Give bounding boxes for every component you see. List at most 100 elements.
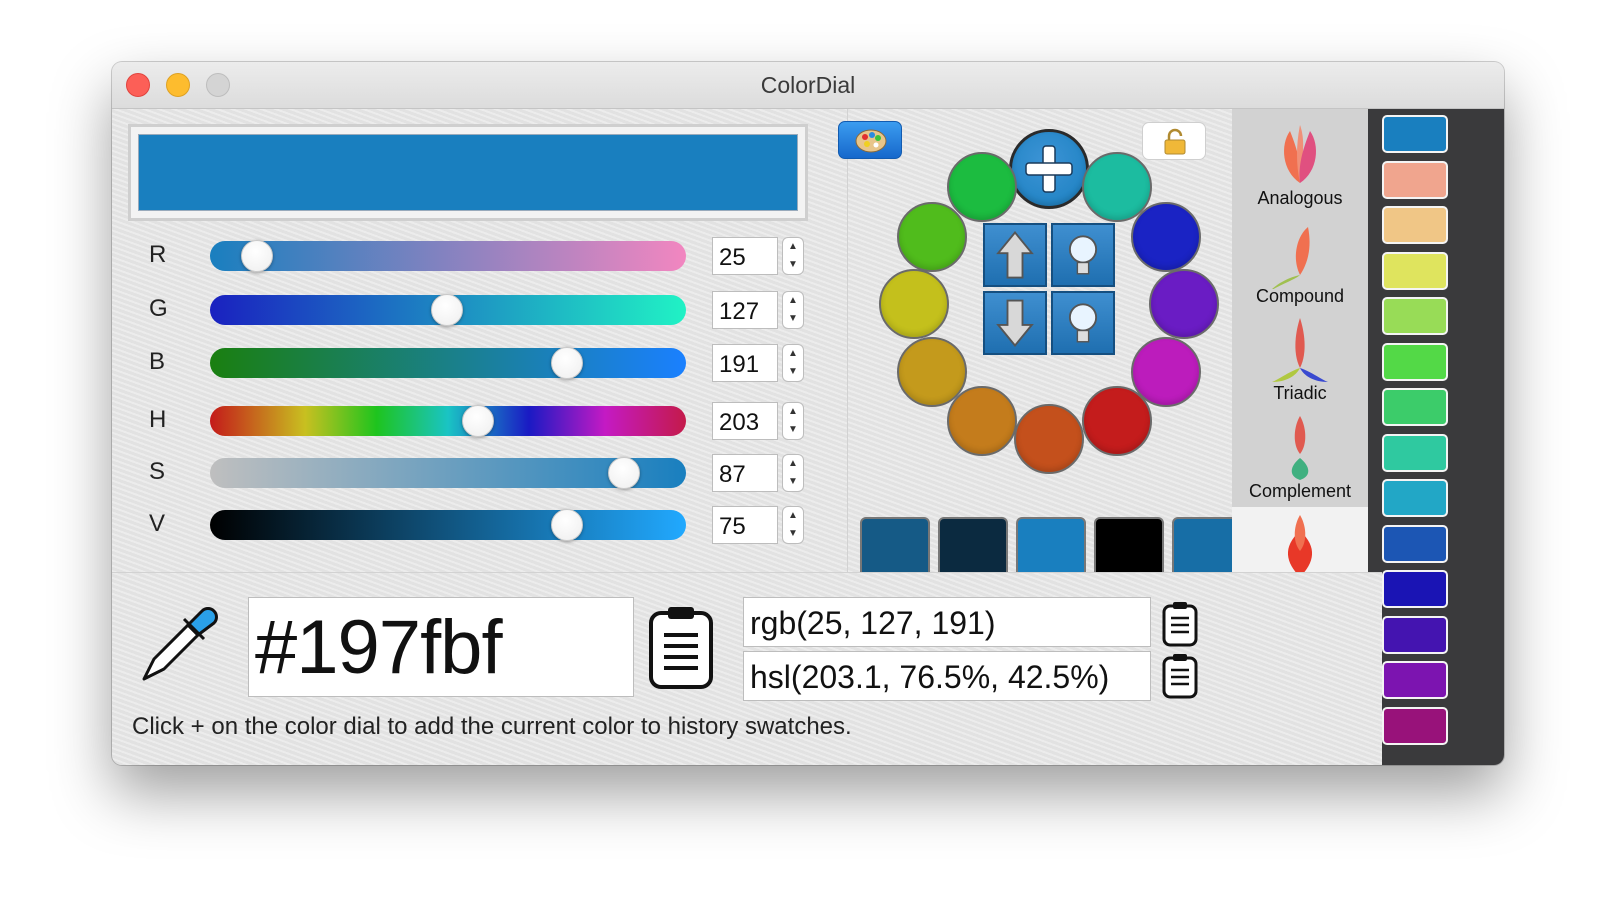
dial-color-button[interactable] bbox=[1149, 269, 1219, 339]
history-swatch[interactable] bbox=[1382, 115, 1448, 153]
arrow-up-icon bbox=[996, 231, 1034, 279]
slider-thumb[interactable] bbox=[608, 457, 641, 489]
plus-icon bbox=[1025, 145, 1073, 193]
color-preview-frame bbox=[128, 124, 808, 221]
dial-color-button[interactable] bbox=[1081, 385, 1152, 456]
slider-track-b[interactable] bbox=[210, 347, 686, 379]
scheme-compound-icon bbox=[1272, 226, 1310, 289]
scheme-label: Triadic bbox=[1273, 383, 1327, 403]
colordial-window: ColorDial R 25 ▲ ▼ G 127 ▲ ▼ B 191 ▲ ▼ H 203 ▲ ▼ S 87 ▲ ▼ V 7… bbox=[112, 62, 1504, 765]
title-bar: ColorDial bbox=[112, 62, 1504, 109]
slider-thumb[interactable] bbox=[462, 405, 495, 437]
copy-hsl-clipboard-icon[interactable] bbox=[1162, 653, 1198, 699]
brighter-button[interactable] bbox=[983, 223, 1047, 287]
slider-label: S bbox=[149, 458, 166, 485]
history-swatch[interactable] bbox=[1382, 342, 1448, 381]
value-field-b[interactable]: 191 bbox=[712, 344, 778, 382]
chevron-down-icon[interactable]: ▼ bbox=[783, 525, 803, 543]
scheme-analogous[interactable]: Analogous bbox=[1232, 117, 1368, 214]
eyedropper-icon[interactable] bbox=[136, 597, 226, 687]
value-field-h[interactable]: 203 bbox=[712, 402, 778, 440]
slider-label: G bbox=[149, 295, 168, 322]
palette-button[interactable] bbox=[838, 121, 902, 159]
hsl-field[interactable]: hsl(203.1, 76.5%, 42.5%) bbox=[743, 651, 1151, 701]
value-field-g[interactable]: 127 bbox=[712, 291, 778, 329]
scheme-triadic-icon bbox=[1272, 318, 1328, 382]
slider-label: V bbox=[149, 510, 166, 537]
history-swatch[interactable] bbox=[1382, 251, 1448, 290]
slider-row-v: V 75 ▲ ▼ bbox=[112, 506, 847, 546]
chevron-down-icon[interactable]: ▼ bbox=[783, 256, 803, 274]
history-swatch[interactable] bbox=[1382, 206, 1448, 244]
chevron-up-icon[interactable]: ▲ bbox=[783, 455, 803, 473]
stepper-r[interactable]: ▲ ▼ bbox=[782, 237, 804, 275]
scheme-label: Complement bbox=[1248, 480, 1352, 501]
palette-icon bbox=[855, 129, 887, 153]
lightbulb-icon bbox=[1068, 235, 1098, 275]
slider-track-s[interactable] bbox=[210, 457, 686, 489]
stepper-h[interactable]: ▲ ▼ bbox=[782, 402, 804, 440]
history-swatch[interactable] bbox=[1382, 479, 1448, 517]
value-field-v[interactable]: 75 bbox=[712, 506, 778, 544]
slider-track-h[interactable] bbox=[210, 405, 686, 437]
chevron-down-icon[interactable]: ▼ bbox=[783, 421, 803, 439]
history-swatch[interactable] bbox=[1382, 615, 1448, 654]
history-swatch[interactable] bbox=[1382, 706, 1448, 745]
slider-thumb[interactable] bbox=[550, 347, 583, 379]
history-swatch[interactable] bbox=[1382, 524, 1448, 563]
slider-panel: R 25 ▲ ▼ G 127 ▲ ▼ B 191 ▲ ▼ H 203 ▲ ▼ S 87 ▲ ▼ V 75 ▲ ▼ bbox=[112, 109, 847, 572]
stepper-g[interactable]: ▲ ▼ bbox=[782, 291, 804, 329]
slider-thumb[interactable] bbox=[551, 509, 583, 541]
dial-color-button[interactable] bbox=[897, 336, 968, 407]
chevron-up-icon[interactable]: ▲ bbox=[783, 238, 803, 256]
scheme-triadic[interactable]: Triadic bbox=[1232, 312, 1368, 409]
scheme-complement[interactable]: Complement bbox=[1232, 410, 1368, 507]
value-field-s[interactable]: 87 bbox=[712, 454, 778, 492]
dial-color-button[interactable] bbox=[879, 269, 949, 339]
slider-track-v[interactable] bbox=[210, 509, 686, 541]
copy-rgb-clipboard-icon[interactable] bbox=[1162, 601, 1198, 647]
slider-thumb[interactable] bbox=[431, 294, 464, 326]
chevron-up-icon[interactable]: ▲ bbox=[783, 292, 803, 310]
chevron-up-icon[interactable]: ▲ bbox=[783, 507, 803, 525]
copy-hex-clipboard-icon[interactable] bbox=[648, 605, 714, 689]
scheme-complement-icon bbox=[1291, 415, 1309, 480]
darker-button[interactable] bbox=[983, 291, 1047, 355]
slider-thumb[interactable] bbox=[240, 240, 273, 272]
value-field-r[interactable]: 25 bbox=[712, 237, 778, 275]
slider-row-h: H 203 ▲ ▼ bbox=[112, 402, 847, 442]
chevron-up-icon[interactable]: ▲ bbox=[783, 345, 803, 363]
slider-track-r[interactable] bbox=[210, 240, 686, 272]
rgb-field[interactable]: rgb(25, 127, 191) bbox=[743, 597, 1151, 647]
lock-button[interactable] bbox=[1142, 122, 1206, 160]
slider-track-g[interactable] bbox=[210, 294, 686, 326]
chevron-up-icon[interactable]: ▲ bbox=[783, 403, 803, 421]
history-swatch[interactable] bbox=[1382, 388, 1448, 426]
history-swatch[interactable] bbox=[1382, 160, 1448, 199]
light-on-button[interactable] bbox=[1051, 223, 1115, 287]
color-preview bbox=[138, 134, 798, 211]
hex-field[interactable]: #197fbf bbox=[248, 597, 634, 697]
slider-label: B bbox=[149, 348, 166, 375]
history-swatch[interactable] bbox=[1382, 433, 1448, 472]
stepper-v[interactable]: ▲ ▼ bbox=[782, 506, 804, 544]
chevron-down-icon[interactable]: ▼ bbox=[783, 363, 803, 381]
arrow-down-icon bbox=[996, 299, 1034, 347]
slider-row-g: G 127 ▲ ▼ bbox=[112, 291, 847, 331]
slider-label: R bbox=[149, 241, 167, 268]
add-color-button[interactable] bbox=[1009, 129, 1089, 209]
lock-icon bbox=[1164, 128, 1186, 155]
history-swatch[interactable] bbox=[1382, 570, 1448, 608]
light-off-button[interactable] bbox=[1051, 291, 1115, 355]
chevron-down-icon[interactable]: ▼ bbox=[783, 473, 803, 491]
history-panel bbox=[1368, 109, 1504, 765]
chevron-down-icon[interactable]: ▼ bbox=[783, 310, 803, 328]
history-swatch[interactable] bbox=[1382, 661, 1448, 699]
stepper-s[interactable]: ▲ ▼ bbox=[782, 454, 804, 492]
dial-color-button[interactable] bbox=[1014, 404, 1084, 474]
dial-color-button[interactable] bbox=[946, 152, 1017, 223]
stepper-b[interactable]: ▲ ▼ bbox=[782, 344, 804, 382]
history-swatch[interactable] bbox=[1382, 297, 1448, 335]
dial-color-button[interactable] bbox=[1130, 201, 1201, 272]
scheme-compound[interactable]: Compound bbox=[1232, 215, 1368, 312]
